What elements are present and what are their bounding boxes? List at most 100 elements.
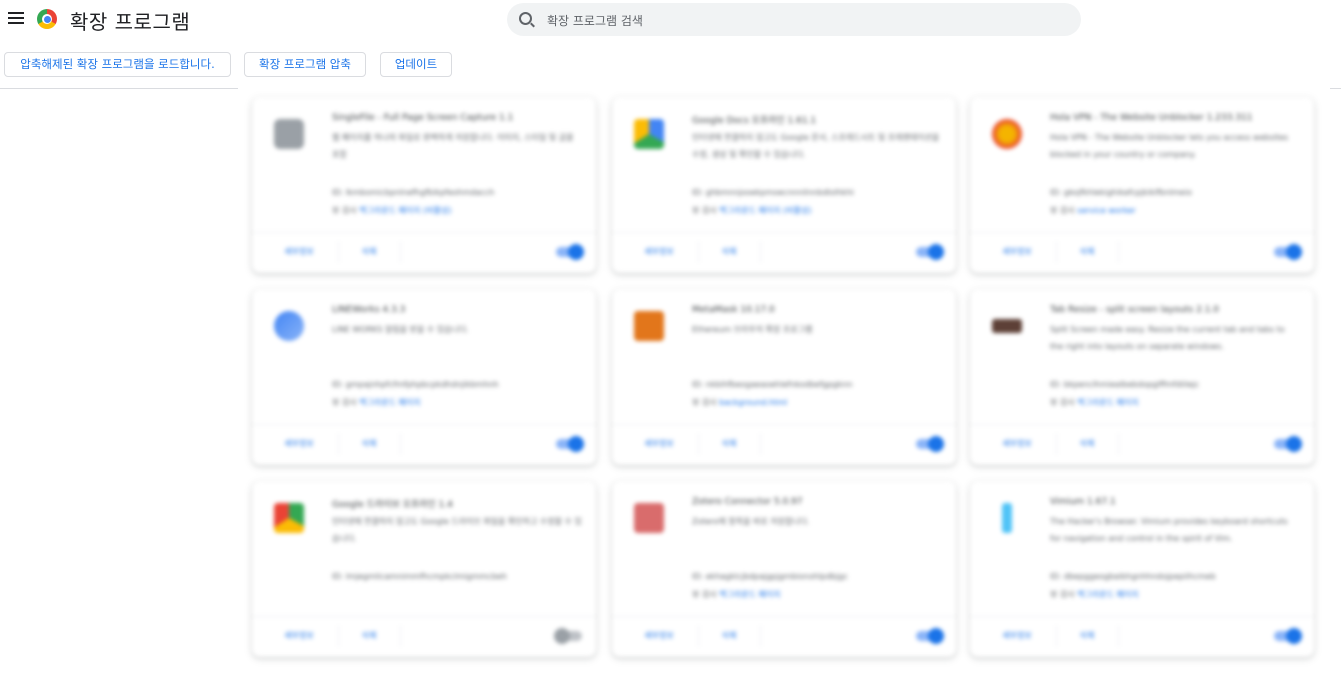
extension-card: Zotero Connector 5.0.97 Zotero에 항목을 바로 저장… (612, 481, 956, 657)
inspect-views-link[interactable]: 백그라운드 페이지 (359, 398, 420, 407)
extension-id: ID: dbepggeogbaibhgnhhndojpepiihcmeb (1050, 572, 1216, 581)
card-footer: 세부정보 삭제 (252, 616, 596, 657)
remove-button[interactable]: 삭제 (698, 241, 761, 263)
extension-card: Google Docs 오프라인 1.61.1 인터넷에 연결하지 않고도 Goo… (612, 97, 956, 273)
inspect-views-label: 뷰 검사 (1050, 590, 1075, 599)
search-icon (519, 12, 532, 25)
card-footer: 세부정보 삭제 (612, 232, 956, 273)
enable-toggle[interactable] (556, 244, 584, 260)
inspect-views: 뷰 검사 백그라운드 페이지 (332, 397, 582, 408)
enable-toggle[interactable] (1274, 244, 1302, 260)
pack-extension-button[interactable]: 확장 프로그램 압축 (244, 52, 366, 77)
inspect-views: 뷰 검사 백그라운드 페이지 (비활성) (332, 205, 582, 216)
chrome-logo-icon (37, 9, 57, 29)
extension-id: ID: lmjegmlicamnimmfhcmpkclmigmmcbeh (332, 572, 507, 581)
extension-name: Tab Resize - split screen layouts 2.1.0 (1050, 305, 1220, 315)
enable-toggle[interactable] (1274, 628, 1302, 644)
toolbar-divider-right (1330, 88, 1341, 89)
extension-description: 인터넷에 연결하지 않고도 Google 문서, 스프레드시트 및 프레젠테이션… (692, 133, 940, 159)
menu-icon[interactable] (8, 10, 24, 26)
search-box[interactable] (507, 3, 1081, 36)
details-button[interactable]: 세부정보 (978, 241, 1057, 263)
metamask-icon (634, 311, 664, 341)
inspect-views-link[interactable]: 백그라운드 페이지 (비활성) (359, 206, 451, 215)
camera-icon (274, 119, 304, 149)
inspect-views-link[interactable]: 백그라운드 페이지 (719, 590, 780, 599)
vimium-icon (1002, 503, 1012, 533)
remove-button[interactable]: 삭제 (1056, 625, 1119, 647)
inspect-views-label: 뷰 검사 (332, 398, 357, 407)
inspect-views-link[interactable]: service worker (1077, 206, 1135, 215)
remove-button[interactable]: 삭제 (1056, 241, 1119, 263)
hola-icon (992, 119, 1022, 149)
extension-name: Zotero Connector 5.0.97 (692, 497, 803, 507)
google-docs-icon (634, 119, 664, 149)
card-footer: 세부정보 삭제 (612, 616, 956, 657)
page-title: 확장 프로그램 (70, 10, 191, 34)
enable-toggle[interactable] (556, 436, 584, 452)
inspect-views: 뷰 검사 백그라운드 페이지 (비활성) (692, 205, 942, 216)
inspect-views-link[interactable]: 백그라운드 페이지 (1077, 398, 1138, 407)
inspect-views-link[interactable]: 백그라운드 페이지 (1077, 590, 1138, 599)
inspect-views-label: 뷰 검사 (332, 206, 357, 215)
update-button[interactable]: 업데이트 (380, 52, 452, 77)
card-footer: 세부정보 삭제 (970, 232, 1314, 273)
extension-card: Tab Resize - split screen layouts 2.1.0 S… (970, 289, 1314, 465)
extension-card: LINEWorks 4.3.3 LINE WORKS 알림을 받을 수 있습니다.… (252, 289, 596, 465)
extension-name: Hola VPN - The Website Unblocker 1.233.3… (1050, 113, 1253, 123)
inspect-views-label: 뷰 검사 (1050, 206, 1075, 215)
extension-id: ID: nkbihfbeogaeaoehlefnkodbefgpgknn (692, 380, 853, 389)
extension-card: Hola VPN - The Website Unblocker 1.233.3… (970, 97, 1314, 273)
details-button[interactable]: 세부정보 (978, 625, 1057, 647)
load-unpacked-button[interactable]: 압축해제된 확장 프로그램을 로드합니다. (4, 52, 231, 77)
inspect-views-link[interactable]: 백그라운드 페이지 (비활성) (719, 206, 811, 215)
remove-button[interactable]: 삭제 (338, 433, 401, 455)
extension-id: ID: ghbmnnjooekpmoecnnnilnnbdlolhkhi (692, 188, 854, 197)
search-input[interactable] (545, 10, 1069, 32)
enable-toggle[interactable] (916, 436, 944, 452)
inspect-views-label: 뷰 검사 (692, 398, 717, 407)
extension-name: SingleFile - Full Page Screen Capture 1.… (332, 113, 514, 123)
inspect-views: 뷰 검사 service worker (1050, 205, 1300, 216)
zotero-icon (634, 503, 664, 533)
extension-card: MetaMask 10.17.0 Ethereum 브라우저 확장 프로그램 ID:… (612, 289, 956, 465)
extension-card: SingleFile - Full Page Screen Capture 1.… (252, 97, 596, 273)
lineworks-icon (274, 311, 304, 341)
extension-id: ID: bkpenclhmiealbebdopglffmfdiilejc (1050, 380, 1200, 389)
remove-button[interactable]: 삭제 (338, 241, 401, 263)
card-footer: 세부정보 삭제 (252, 232, 596, 273)
extension-id: ID: ekhagklcjbdpajgpjgmbionohlpdbjgc (692, 572, 848, 581)
extension-description: The Hacker's Browser. Vimium provides ke… (1050, 517, 1288, 543)
remove-button[interactable]: 삭제 (698, 625, 761, 647)
remove-button[interactable]: 삭제 (698, 433, 761, 455)
inspect-views: 뷰 검사 백그라운드 페이지 (692, 589, 942, 600)
extension-name: MetaMask 10.17.0 (692, 305, 775, 315)
details-button[interactable]: 세부정보 (620, 241, 699, 263)
extension-description: Hola VPN - The Website Unblocker lets yo… (1050, 133, 1289, 159)
extension-description: 웹 페이지를 하나의 파일로 완벽하게 저장합니다. 이미지, 스타일 및 글꼴… (332, 133, 574, 159)
extension-name: Google Docs 오프라인 1.61.1 (692, 116, 817, 126)
inspect-views-label: 뷰 검사 (692, 590, 717, 599)
card-footer: 세부정보 삭제 (970, 424, 1314, 465)
extension-name: Vimium 1.67.1 (1050, 497, 1116, 507)
remove-button[interactable]: 삭제 (1056, 433, 1119, 455)
details-button[interactable]: 세부정보 (978, 433, 1057, 455)
details-button[interactable]: 세부정보 (620, 625, 699, 647)
details-button[interactable]: 세부정보 (260, 433, 339, 455)
inspect-views: 뷰 검사 백그라운드 페이지 (1050, 589, 1300, 600)
extension-id: ID: gmpajnhpfcfmfphpbcpkdhdnjikbmhnh (332, 380, 499, 389)
remove-button[interactable]: 삭제 (338, 625, 401, 647)
details-button[interactable]: 세부정보 (620, 433, 699, 455)
extension-id: ID: gkojfkhlekighikafcpjkiklfbnlmeio (1050, 188, 1192, 197)
details-button[interactable]: 세부정보 (260, 625, 339, 647)
enable-toggle[interactable] (1274, 436, 1302, 452)
extension-description: Split Screen made easy. Resize the curre… (1050, 325, 1285, 351)
details-button[interactable]: 세부정보 (260, 241, 339, 263)
inspect-views-link[interactable]: background.html (719, 398, 787, 407)
extension-description: Zotero에 항목을 바로 저장합니다. (692, 517, 810, 526)
enable-toggle[interactable] (916, 628, 944, 644)
extensions-grid: SingleFile - Full Page Screen Capture 1.… (252, 97, 1318, 677)
extension-name: LINEWorks 4.3.3 (332, 305, 406, 315)
enable-toggle[interactable] (554, 628, 582, 644)
enable-toggle[interactable] (916, 244, 944, 260)
